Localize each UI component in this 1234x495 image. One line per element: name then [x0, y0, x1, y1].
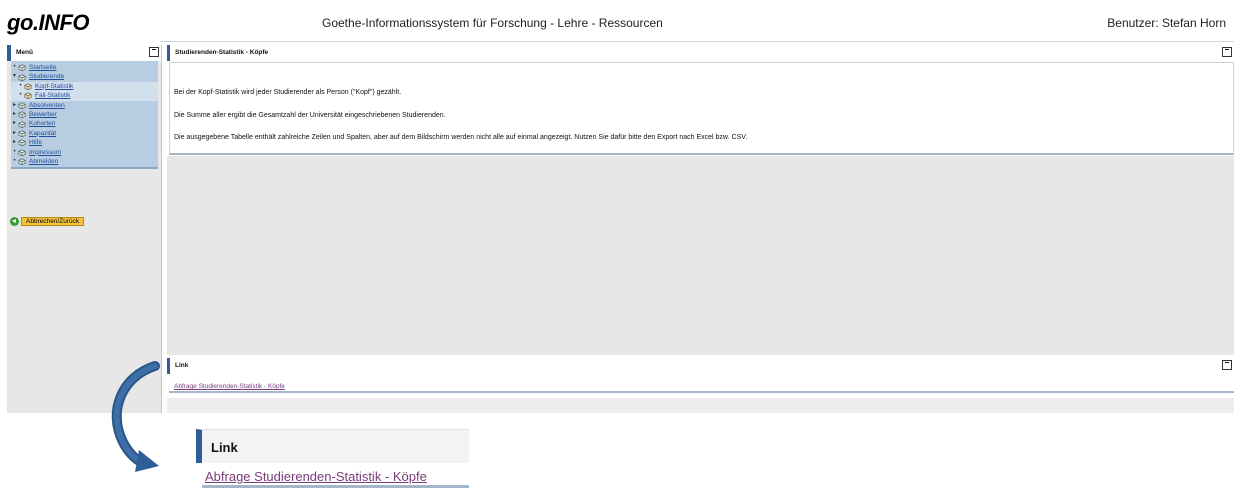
bullet-icon: • — [13, 148, 16, 155]
sidebar-item-abmelden[interactable]: • Abmelden — [11, 157, 158, 166]
box-icon — [18, 111, 26, 119]
chevron-right-icon[interactable]: ▸ — [11, 101, 18, 110]
back-button[interactable]: Abbrechen/Zurück — [10, 217, 85, 226]
sidebar-item-kopf-statistik[interactable]: • Kopf-Statistik — [11, 81, 158, 92]
zoom-link-header: Link — [196, 429, 469, 463]
sidebar-item-label[interactable]: Bewerber — [29, 110, 57, 119]
sidebar: Menü • Startseite ▾ Studierende • Kopf-S… — [7, 45, 162, 413]
content-panel: Studierenden-Statistik - Köpfe Bei der K… — [167, 45, 1234, 155]
zoom-link-body: Abfrage Studierenden-Statistik - Köpfe — [202, 463, 469, 488]
sidebar-item-impressum[interactable]: • Impressum — [11, 148, 158, 157]
sidebar-item-label[interactable]: Kapazität — [29, 129, 56, 138]
sidebar-item-label[interactable]: Startseite — [29, 63, 56, 72]
sidebar-item-label[interactable]: Kopf-Statistik — [35, 82, 73, 91]
chevron-right-icon[interactable]: ▸ — [11, 138, 18, 147]
bullet-icon: • — [19, 92, 22, 99]
sidebar-item-absolventen[interactable]: ▸ Absolventen — [11, 101, 158, 110]
link-panel-header: Link — [167, 358, 1234, 374]
sidebar-title: Menü — [16, 49, 33, 56]
sidebar-item-hilfe[interactable]: ▸ Hilfe — [11, 138, 158, 147]
sidebar-item-studierende[interactable]: ▾ Studierende — [11, 72, 158, 81]
zoom-query-link[interactable]: Abfrage Studierenden-Statistik - Köpfe — [205, 469, 427, 484]
box-icon — [18, 74, 26, 81]
zoom-link-title: Link — [211, 440, 238, 455]
box-icon — [24, 83, 32, 90]
zoom-callout: Link Abfrage Studierenden-Statistik - Kö… — [196, 429, 469, 494]
sidebar-item-label[interactable]: Hilfe — [29, 138, 42, 147]
box-icon — [24, 92, 32, 100]
link-panel: Link Abfrage Studierenden-Statistik - Kö… — [167, 358, 1234, 396]
sidebar-item-label[interactable]: Fall-Statistik — [35, 91, 70, 100]
curved-arrow-icon — [111, 361, 160, 472]
sidebar-item-kohorten[interactable]: ▸ Kohorten — [11, 119, 158, 128]
box-icon — [18, 102, 26, 109]
chevron-right-icon[interactable]: ▸ — [11, 129, 18, 138]
user-label: Benutzer: Stefan Horn — [1107, 16, 1226, 30]
box-icon — [18, 149, 26, 156]
sidebar-item-label[interactable]: Impressum — [29, 148, 61, 157]
bullet-icon: • — [13, 64, 16, 70]
content-panel-header: Studierenden-Statistik - Köpfe — [167, 45, 1234, 61]
chevron-right-icon[interactable]: ▸ — [11, 110, 18, 119]
box-icon — [18, 158, 26, 166]
box-icon — [18, 120, 26, 128]
query-link[interactable]: Abfrage Studierenden-Statistik - Köpfe — [174, 383, 285, 390]
menu-list: • Startseite ▾ Studierende • Kopf-Statis… — [11, 61, 158, 170]
back-arrow-icon[interactable] — [10, 217, 19, 226]
minimize-icon[interactable] — [149, 47, 159, 57]
box-icon — [18, 64, 26, 72]
content-panel-title: Studierenden-Statistik - Köpfe — [175, 49, 269, 56]
sidebar-item-fall-statistik[interactable]: • Fall-Statistik — [11, 91, 158, 101]
app-header: go.INFO Goethe-Informationssystem für Fo… — [0, 0, 1234, 40]
box-icon — [18, 130, 26, 137]
content-body: Bei der Kopf-Statistik wird jeder Studie… — [169, 62, 1234, 155]
box-icon — [18, 139, 26, 147]
content-area-background — [167, 156, 1234, 355]
sidebar-item-kapazitaet[interactable]: ▸ Kapazität — [11, 129, 158, 138]
minimize-icon[interactable] — [1222, 47, 1232, 57]
app-subtitle: Goethe-Informationssystem für Forschung … — [322, 16, 663, 30]
minimize-icon[interactable] — [1222, 360, 1232, 370]
sidebar-item-label[interactable]: Kohorten — [29, 119, 55, 128]
content-text: Die Summe aller ergibt die Gesamtzahl de… — [174, 111, 446, 119]
app-logo[interactable]: go.INFO — [7, 10, 90, 36]
link-panel-body: Abfrage Studierenden-Statistik - Köpfe — [169, 373, 1234, 393]
sidebar-header: Menü — [7, 45, 161, 61]
sidebar-item-label[interactable]: Absolventen — [29, 101, 65, 110]
chevron-right-icon[interactable]: ▸ — [11, 119, 18, 128]
bullet-icon: • — [19, 82, 22, 89]
bullet-icon: • — [13, 157, 16, 164]
sidebar-item-label[interactable]: Abmelden — [29, 157, 58, 166]
sidebar-item-bewerber[interactable]: ▸ Bewerber — [11, 110, 158, 119]
back-button-label[interactable]: Abbrechen/Zurück — [21, 217, 85, 226]
content-text: Bei der Kopf-Statistik wird jeder Studie… — [174, 89, 402, 96]
sidebar-item-label[interactable]: Studierende — [29, 72, 64, 81]
content-area-footer — [167, 398, 1234, 413]
sidebar-item-startseite[interactable]: • Startseite — [11, 63, 158, 72]
content-text: Die ausgegebene Tabelle enthält zahlreic… — [174, 134, 748, 141]
header-divider — [160, 41, 1234, 42]
chevron-down-icon[interactable]: ▾ — [11, 72, 18, 81]
